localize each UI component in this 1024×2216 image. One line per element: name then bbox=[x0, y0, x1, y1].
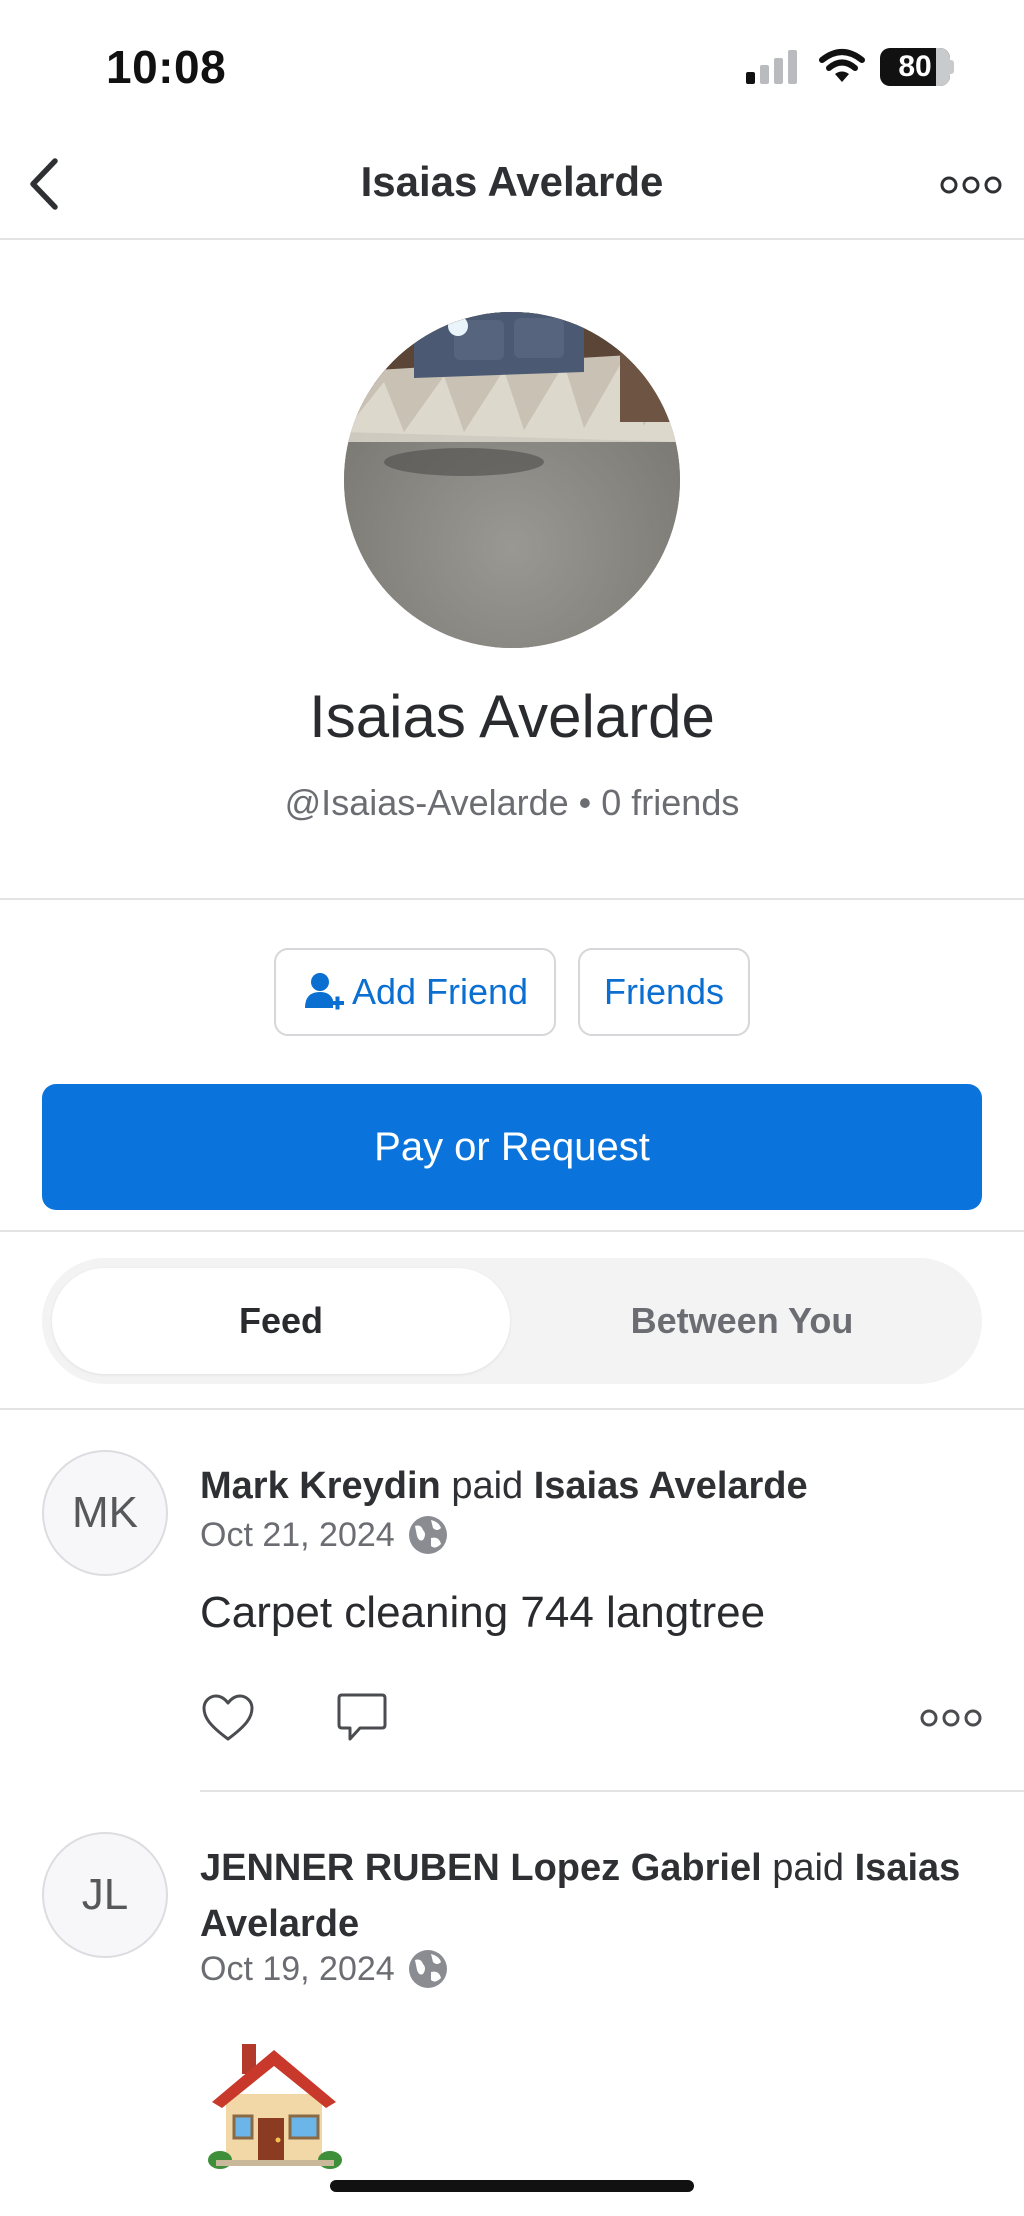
feed-target[interactable]: Isaias Avelarde bbox=[534, 1465, 808, 1507]
feed-date-row: Oct 19, 2024 bbox=[200, 1948, 449, 1990]
ellipsis-icon bbox=[920, 1709, 982, 1727]
profile-subtitle: @Isaias-Avelarde • 0 friends bbox=[0, 782, 1024, 824]
divider bbox=[200, 1790, 1024, 1792]
feed-date: Oct 21, 2024 bbox=[200, 1515, 395, 1554]
feed-item-title: JENNER RUBEN Lopez Gabriel paid Isaias A… bbox=[200, 1840, 980, 1952]
home-indicator bbox=[330, 2180, 694, 2192]
ellipsis-icon bbox=[940, 176, 1002, 194]
comment-icon bbox=[337, 1693, 387, 1741]
globe-icon bbox=[408, 1950, 447, 1988]
feed-verb: paid bbox=[451, 1465, 524, 1507]
globe-icon bbox=[408, 1516, 447, 1554]
avatar[interactable]: JL bbox=[42, 1832, 168, 1958]
feed-note: Carpet cleaning 744 langtree bbox=[200, 1588, 766, 1637]
profile-photo[interactable] bbox=[344, 312, 680, 648]
page-title: Isaias Avelarde bbox=[360, 158, 664, 205]
feed-item-title: Mark Kreydin paid Isaias Avelarde bbox=[200, 1458, 980, 1514]
friends-label: Friends bbox=[603, 971, 725, 1012]
friends-button[interactable]: Friends bbox=[578, 948, 750, 1036]
house-emoji-icon bbox=[206, 2036, 342, 2172]
separator-dot: • bbox=[578, 782, 592, 823]
battery-level: 80 bbox=[898, 50, 932, 83]
pay-or-request-button[interactable]: Pay or Request bbox=[42, 1084, 982, 1210]
battery-icon: 80 bbox=[880, 48, 954, 86]
divider bbox=[0, 898, 1024, 900]
tab-between-you[interactable]: Between You bbox=[512, 1268, 972, 1374]
tab-feed[interactable]: Feed bbox=[52, 1268, 510, 1374]
feed-actor[interactable]: JENNER RUBEN Lopez Gabriel bbox=[200, 1847, 762, 1889]
more-options-button[interactable] bbox=[936, 160, 1006, 210]
status-bar: 10:08 80 bbox=[0, 0, 1024, 130]
divider bbox=[0, 1230, 1024, 1232]
heart-icon bbox=[202, 1694, 254, 1741]
nav-bar: Isaias Avelarde bbox=[0, 130, 1024, 240]
feed-actor[interactable]: Mark Kreydin bbox=[200, 1465, 441, 1507]
add-person-icon bbox=[304, 973, 344, 1010]
wifi-icon bbox=[818, 48, 866, 84]
like-button[interactable] bbox=[200, 1690, 256, 1746]
divider bbox=[0, 1408, 1024, 1410]
feed-verb: paid bbox=[772, 1847, 845, 1889]
feed-tabs: Feed Between You bbox=[42, 1258, 982, 1384]
cellular-signal-icon bbox=[746, 50, 802, 84]
feed-item-more-button[interactable] bbox=[918, 1700, 984, 1736]
profile-name: Isaias Avelarde bbox=[309, 683, 715, 750]
feed-date-row: Oct 21, 2024 bbox=[200, 1514, 449, 1556]
status-time: 10:08 bbox=[106, 41, 227, 93]
add-friend-button[interactable]: Add Friend bbox=[274, 948, 556, 1036]
add-friend-label: Add Friend bbox=[351, 971, 529, 1012]
profile-username: @Isaias-Avelarde bbox=[284, 782, 569, 823]
comment-button[interactable] bbox=[334, 1690, 390, 1746]
avatar[interactable]: MK bbox=[42, 1450, 168, 1576]
feed-date: Oct 19, 2024 bbox=[200, 1949, 395, 1988]
friends-count[interactable]: 0 friends bbox=[601, 782, 739, 823]
pay-or-request-label: Pay or Request bbox=[374, 1124, 650, 1169]
